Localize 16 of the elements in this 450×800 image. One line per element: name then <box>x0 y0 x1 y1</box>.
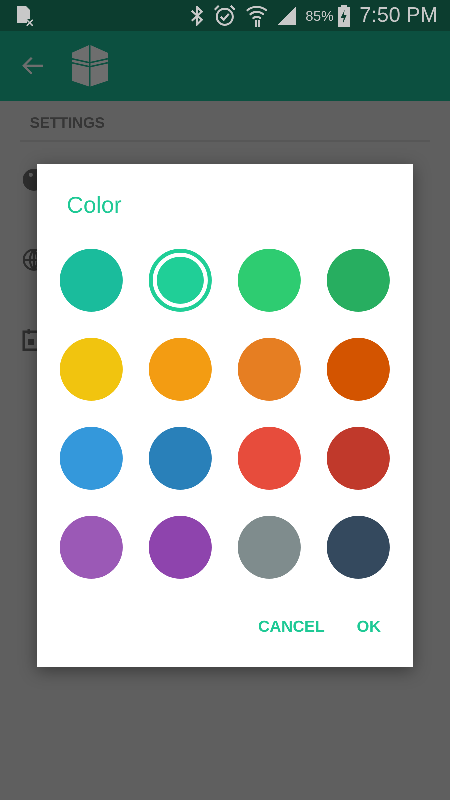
battery-percent: 85% <box>306 8 334 24</box>
bluetooth-icon <box>190 6 204 26</box>
signal-icon <box>278 6 296 24</box>
kaaba-icon <box>70 45 110 87</box>
back-arrow-icon[interactable] <box>22 57 44 75</box>
dialog-button[interactable]: OK <box>347 611 391 645</box>
dialog-title: Color <box>67 192 123 219</box>
battery-charging-icon <box>338 4 350 26</box>
calendar-icon <box>22 328 37 352</box>
globe-icon <box>22 248 37 272</box>
sim-card-icon <box>16 6 34 26</box>
palette-icon <box>22 168 37 192</box>
clock-time: 7:50 PM <box>360 4 438 28</box>
wifi-icon <box>246 4 268 26</box>
dialog-button[interactable]: CANCEL <box>248 611 335 645</box>
alarm-clock-icon <box>214 4 236 26</box>
